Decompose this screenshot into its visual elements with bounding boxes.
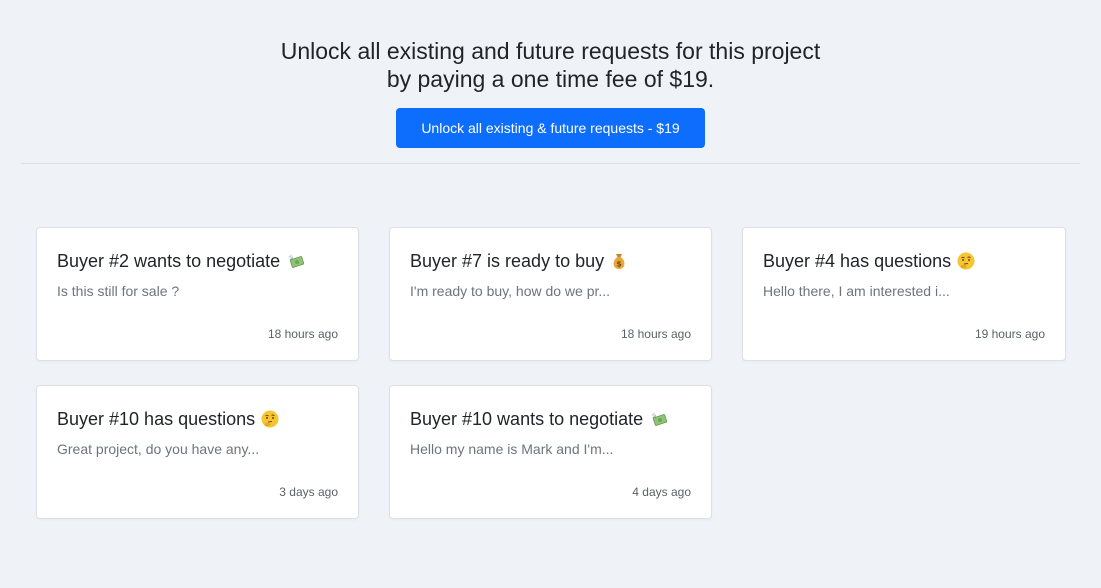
divider: [21, 163, 1080, 164]
request-title-text: Buyer #7 is ready to buy: [410, 251, 605, 271]
request-timestamp: 18 hours ago: [620, 327, 691, 341]
request-title: Buyer #10 has questions: [57, 407, 338, 431]
request-title: Buyer #4 has questions: [763, 249, 1045, 273]
unlock-header: Unlock all existing and future requests …: [0, 0, 1101, 148]
request-card[interactable]: Buyer #7 is ready to buy $ I'm ready to …: [389, 227, 712, 361]
request-title-text: Buyer #10 wants to negotiate: [410, 409, 644, 429]
money-bag-icon: $: [613, 254, 625, 269]
request-preview: Hello my name is Mark and I'm...: [410, 441, 614, 457]
money-wings-icon: [651, 412, 668, 426]
request-preview: Is this still for sale ?: [57, 283, 180, 299]
request-timestamp: 18 hours ago: [267, 327, 338, 341]
request-preview: I'm ready to buy, how do we pr...: [410, 283, 611, 299]
request-card[interactable]: Buyer #4 has questions Hello there, I am…: [742, 227, 1066, 361]
svg-text:$: $: [616, 260, 622, 269]
headline-line-2: by paying a one time fee of $19.: [386, 66, 715, 92]
request-title: Buyer #7 is ready to buy $: [410, 249, 691, 273]
request-card[interactable]: Buyer #2 wants to negotiate Is this stil…: [36, 227, 359, 361]
request-timestamp: 4 days ago: [632, 485, 691, 499]
request-title-text: Buyer #2 wants to negotiate: [57, 251, 281, 271]
request-card[interactable]: Buyer #10 has questions Great project, d…: [36, 385, 359, 519]
request-timestamp: 3 days ago: [279, 485, 338, 499]
request-title-text: Buyer #10 has questions: [57, 409, 256, 429]
unlock-all-button[interactable]: Unlock all existing & future requests - …: [396, 108, 705, 148]
request-preview: Hello there, I am interested i...: [763, 283, 950, 299]
request-title: Buyer #2 wants to negotiate: [57, 249, 338, 273]
thinking-face-icon: [957, 252, 975, 270]
request-title-text: Buyer #4 has questions: [763, 251, 952, 271]
request-preview: Great project, do you have any...: [57, 441, 260, 457]
request-cards-grid: Buyer #2 wants to negotiate Is this stil…: [36, 227, 1066, 519]
money-wings-icon: [288, 254, 305, 268]
request-timestamp: 19 hours ago: [974, 327, 1045, 341]
thinking-face-icon: [261, 410, 279, 428]
request-title: Buyer #10 wants to negotiate: [410, 407, 691, 431]
unlock-headline: Unlock all existing and future requests …: [0, 37, 1101, 93]
headline-line-1: Unlock all existing and future requests …: [280, 38, 821, 64]
request-card[interactable]: Buyer #10 wants to negotiate Hello my na…: [389, 385, 712, 519]
